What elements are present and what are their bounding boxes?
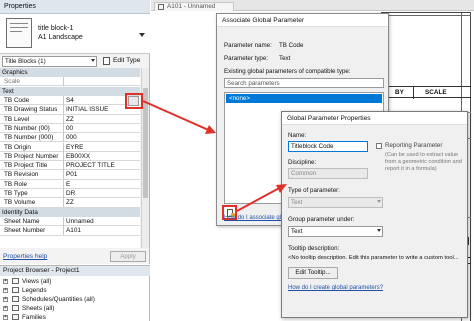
arrow-to-gpp-dialog xyxy=(236,184,287,212)
annotation-arrows xyxy=(142,100,287,212)
arrow-to-associate-dialog xyxy=(142,100,216,134)
